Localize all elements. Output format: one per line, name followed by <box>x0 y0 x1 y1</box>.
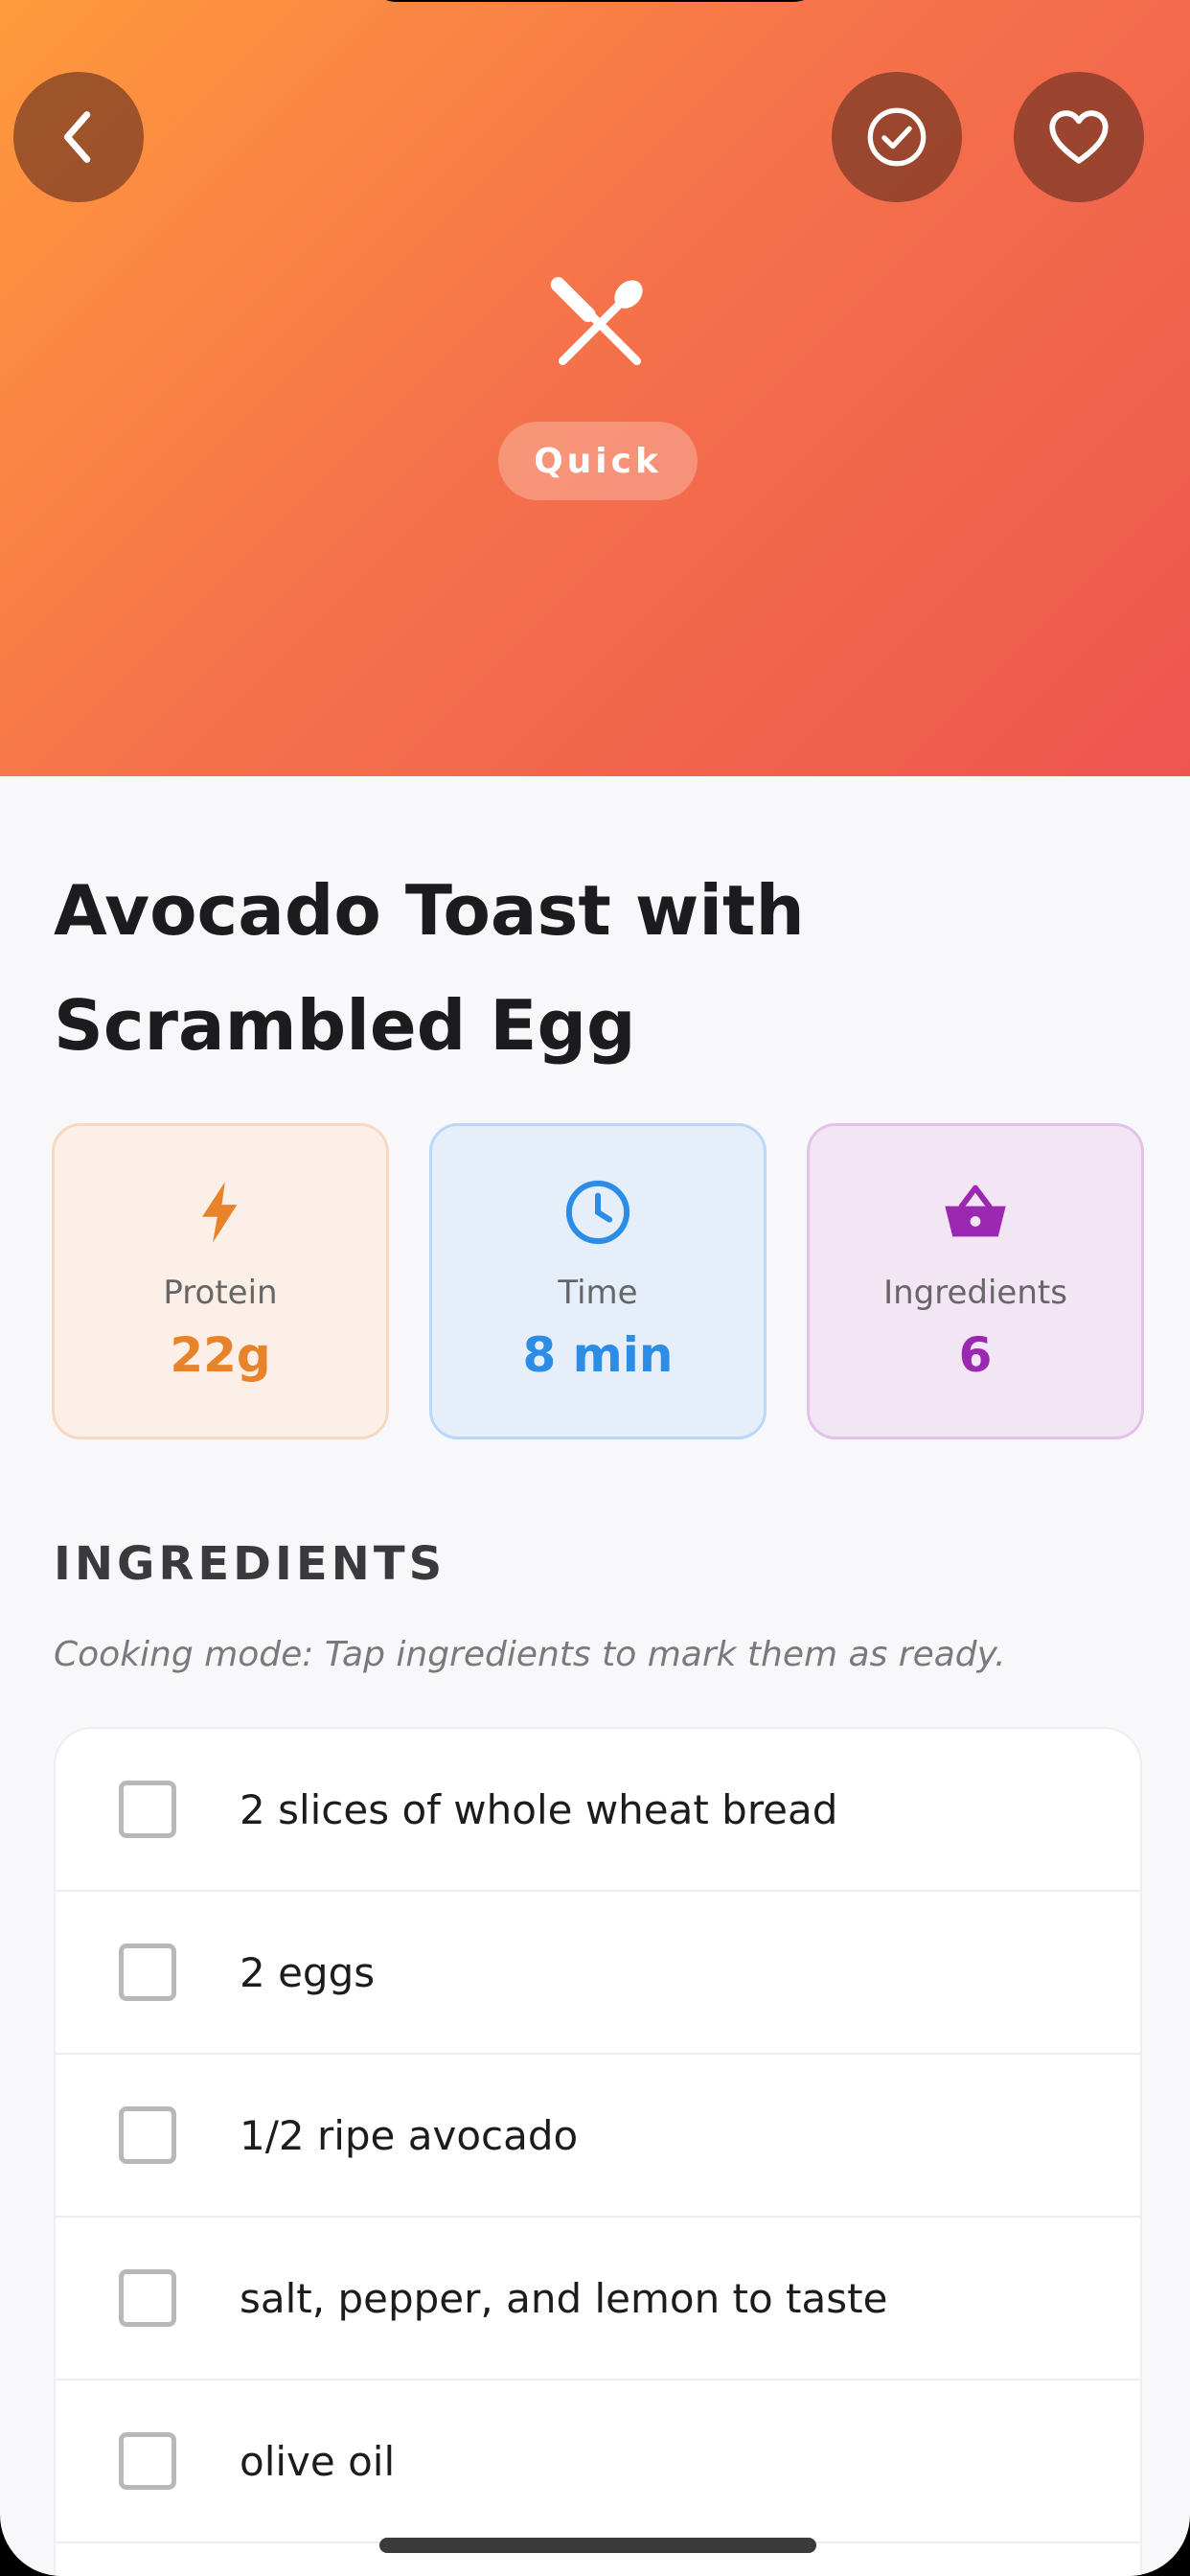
recipe-hero-banner: Quick <box>0 0 1190 776</box>
mark-cooked-button[interactable] <box>832 72 962 202</box>
ingredient-checkbox[interactable] <box>119 2432 176 2490</box>
ingredients-heading: INGREDIENTS <box>54 1537 446 1591</box>
protein-stat-card: Protein 22g <box>52 1123 389 1439</box>
protein-value: 22g <box>170 1327 271 1383</box>
ingredient-text: 2 slices of whole wheat bread <box>240 1785 838 1833</box>
protein-label: Protein <box>163 1274 278 1312</box>
time-value: 8 min <box>522 1327 674 1383</box>
ingredient-text: salt, pepper, and lemon to taste <box>240 2274 888 2322</box>
ingredient-checkbox[interactable] <box>119 2269 176 2327</box>
ingredients-stat-card: Ingredients 6 <box>807 1123 1144 1439</box>
ingredient-checkbox[interactable] <box>119 1781 176 1838</box>
recipe-title: Avocado Toast with Scrambled Egg <box>54 853 1136 1083</box>
ingredient-item[interactable]: salt, pepper, and lemon to taste <box>56 2218 1140 2380</box>
home-indicator <box>379 2538 816 2553</box>
ingredient-item[interactable]: 2 slices of whole wheat bread <box>56 1729 1140 1892</box>
heart-icon <box>1049 110 1109 164</box>
device-notch <box>359 0 831 2</box>
recipe-title-line2: Scrambled Egg <box>54 985 636 1066</box>
ingredient-item[interactable]: 2 eggs <box>56 1892 1140 2055</box>
ingredient-text: 1/2 ripe avocado <box>240 2111 579 2159</box>
favorite-button[interactable] <box>1014 72 1144 202</box>
clock-icon <box>565 1180 630 1245</box>
ingredient-text: 2 eggs <box>240 1948 376 1996</box>
recipe-detail-screen: Quick Avocado Toast with Scrambled Egg P… <box>0 0 1190 2576</box>
basket-icon <box>945 1184 1006 1237</box>
ingredient-checkbox[interactable] <box>119 1944 176 2001</box>
fork-spoon-icon <box>550 277 643 366</box>
time-stat-card: Time 8 min <box>429 1123 767 1439</box>
cooking-mode-hint: Cooking mode: Tap ingredients to mark th… <box>54 1635 1006 1674</box>
time-label: Time <box>558 1274 638 1312</box>
ingredients-label: Ingredients <box>883 1274 1067 1312</box>
check-circle-icon <box>867 107 927 167</box>
quick-tag: Quick <box>498 422 698 500</box>
chevron-left-icon <box>63 111 91 163</box>
bolt-icon <box>202 1182 238 1243</box>
ingredient-checkbox[interactable] <box>119 2106 176 2164</box>
recipe-title-line1: Avocado Toast with <box>54 870 805 951</box>
ingredients-list: 2 slices of whole wheat bread 2 eggs 1/2… <box>54 1727 1142 2576</box>
ingredients-count: 6 <box>958 1327 993 1383</box>
back-button[interactable] <box>13 72 144 202</box>
ingredient-item[interactable]: 1/2 ripe avocado <box>56 2055 1140 2218</box>
ingredient-item[interactable]: olive oil <box>56 2380 1140 2543</box>
ingredient-text: olive oil <box>240 2437 396 2485</box>
